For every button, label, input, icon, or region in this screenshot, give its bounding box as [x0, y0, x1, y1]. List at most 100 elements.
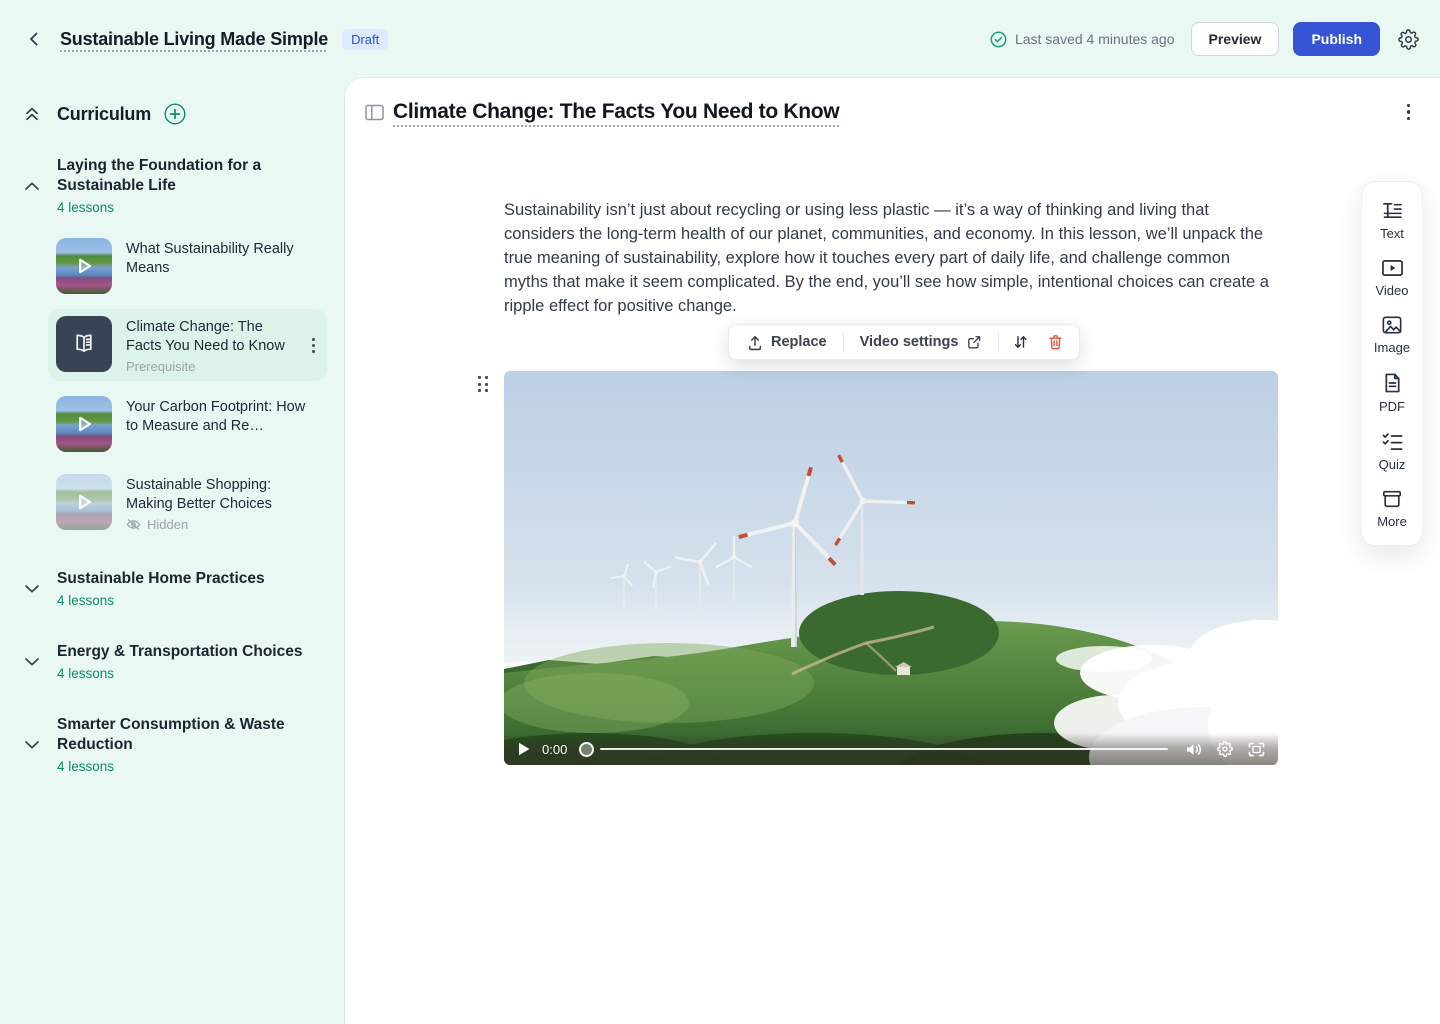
insert-block-toolbar: Text Video Image PDF Quiz More — [1361, 181, 1423, 546]
eye-off-icon — [126, 518, 141, 531]
lesson-subtitle: Hidden — [147, 517, 188, 532]
video-settings-button[interactable]: Video settings — [848, 328, 995, 356]
section-header[interactable]: Laying the Foundation for a Sustainable … — [24, 156, 327, 215]
fullscreen-button[interactable] — [1247, 741, 1266, 758]
lesson-thumbnail — [56, 238, 112, 294]
video-controls-bar: 0:00 — [504, 733, 1278, 765]
add-section-button[interactable] — [164, 103, 186, 125]
section-title: Smarter Consumption & Waste Reduction — [57, 715, 327, 755]
video-settings-label: Video settings — [860, 334, 959, 350]
status-badge: Draft — [342, 29, 388, 50]
swap-arrows-icon — [1012, 333, 1029, 351]
lesson-item[interactable]: What Sustainability Really Means — [48, 231, 327, 301]
collapse-all-button[interactable] — [24, 102, 40, 126]
insert-more-button[interactable]: More — [1362, 487, 1422, 531]
curriculum-section: Laying the Foundation for a Sustainable … — [18, 156, 327, 539]
play-overlay-icon — [56, 474, 112, 530]
insert-image-label: Image — [1374, 340, 1410, 355]
progress-track[interactable] — [600, 748, 1168, 751]
insert-pdf-button[interactable]: PDF — [1362, 370, 1422, 416]
more-blocks-icon — [1381, 489, 1403, 509]
curriculum-sidebar: Curriculum Laying the Foundation for a S… — [0, 78, 345, 1024]
block-drag-handle[interactable] — [475, 373, 491, 395]
lesson-menu-button[interactable] — [308, 334, 319, 357]
book-open-icon — [70, 331, 98, 357]
insert-video-button[interactable]: Video — [1362, 256, 1422, 300]
pdf-block-icon — [1383, 372, 1402, 394]
trash-icon — [1047, 333, 1064, 351]
replace-video-button[interactable]: Replace — [735, 328, 839, 357]
panel-layout-icon — [365, 104, 384, 121]
scrubber-handle[interactable] — [579, 742, 594, 757]
lesson-title: Climate Change: The Facts You Need to Kn… — [126, 318, 294, 356]
play-button[interactable] — [516, 740, 532, 758]
top-bar: Sustainable Living Made Simple Draft Las… — [0, 0, 1440, 78]
section-header[interactable]: Sustainable Home Practices 4 lessons — [24, 569, 327, 608]
section-lesson-count: 4 lessons — [57, 759, 327, 774]
lesson-reading-tile — [56, 316, 112, 372]
chevron-down-icon — [24, 584, 40, 594]
video-block-toolbar: Replace Video settings — [728, 324, 1080, 360]
publish-button[interactable]: Publish — [1293, 22, 1380, 56]
back-button[interactable] — [22, 27, 46, 51]
insert-text-button[interactable]: Text — [1362, 198, 1422, 243]
chevron-up-icon — [24, 181, 40, 191]
video-block-icon — [1381, 258, 1404, 278]
play-overlay-icon — [56, 396, 112, 452]
chevron-down-icon — [24, 740, 40, 750]
section-lesson-count: 4 lessons — [57, 200, 327, 215]
curriculum-section: Energy & Transportation Choices 4 lesson… — [18, 642, 327, 681]
insert-video-label: Video — [1375, 283, 1408, 298]
chevron-left-icon — [27, 31, 41, 47]
quiz-block-icon — [1381, 431, 1404, 452]
insert-quiz-button[interactable]: Quiz — [1362, 429, 1422, 474]
lesson-subtitle: Prerequisite — [126, 359, 294, 374]
insert-pdf-label: PDF — [1379, 399, 1405, 414]
playback-time: 0:00 — [542, 742, 567, 757]
lesson-page-title[interactable]: Climate Change: The Facts You Need to Kn… — [393, 100, 839, 124]
curriculum-section: Sustainable Home Practices 4 lessons — [18, 569, 327, 608]
course-title[interactable]: Sustainable Living Made Simple — [60, 29, 328, 50]
insert-image-button[interactable]: Image — [1362, 313, 1422, 357]
upload-icon — [747, 334, 763, 351]
section-header[interactable]: Energy & Transportation Choices 4 lesson… — [24, 642, 327, 681]
section-lesson-count: 4 lessons — [57, 593, 327, 608]
video-player[interactable]: 0:00 — [504, 371, 1278, 765]
save-status: Last saved 4 minutes ago — [990, 31, 1175, 48]
text-block-icon — [1381, 200, 1404, 221]
preview-button[interactable]: Preview — [1191, 22, 1280, 56]
toolbar-divider — [998, 332, 999, 352]
volume-button[interactable] — [1184, 741, 1203, 758]
chevrons-up-icon — [24, 105, 40, 123]
last-saved-text: Last saved 4 minutes ago — [1015, 31, 1175, 47]
toolbar-divider — [843, 332, 844, 352]
curriculum-section: Smarter Consumption & Waste Reduction 4 … — [18, 715, 327, 774]
video-still-windfarm — [504, 371, 1278, 765]
delete-block-button[interactable] — [1038, 327, 1073, 357]
section-header[interactable]: Smarter Consumption & Waste Reduction 4 … — [24, 715, 327, 774]
gear-icon — [1398, 29, 1419, 50]
lesson-options-button[interactable] — [1403, 100, 1415, 125]
check-circle-icon — [990, 31, 1007, 48]
play-overlay-icon — [56, 238, 112, 294]
move-block-button[interactable] — [1003, 327, 1038, 357]
section-title: Sustainable Home Practices — [57, 569, 327, 589]
replace-label: Replace — [771, 334, 827, 350]
insert-more-label: More — [1377, 514, 1407, 529]
toggle-sidebar-button[interactable] — [362, 100, 386, 124]
lesson-title: What Sustainability Really Means — [126, 240, 319, 278]
settings-button[interactable] — [1394, 25, 1422, 53]
insert-text-label: Text — [1380, 226, 1404, 241]
lesson-paragraph[interactable]: Sustainability isn’t just about recyclin… — [504, 198, 1278, 318]
lesson-item-hidden[interactable]: Sustainable Shopping: Making Better Choi… — [48, 467, 327, 539]
chevron-down-icon — [24, 657, 40, 667]
player-settings-button[interactable] — [1216, 740, 1234, 758]
lesson-thumbnail — [56, 396, 112, 452]
curriculum-heading: Curriculum — [57, 104, 151, 125]
lesson-item[interactable]: Your Carbon Footprint: How to Measure an… — [48, 389, 327, 459]
lesson-title: Your Carbon Footprint: How to Measure an… — [126, 398, 319, 436]
insert-quiz-label: Quiz — [1379, 457, 1406, 472]
section-title: Energy & Transportation Choices — [57, 642, 327, 662]
lesson-item-selected[interactable]: Climate Change: The Facts You Need to Kn… — [48, 309, 327, 381]
image-block-icon — [1381, 315, 1403, 335]
